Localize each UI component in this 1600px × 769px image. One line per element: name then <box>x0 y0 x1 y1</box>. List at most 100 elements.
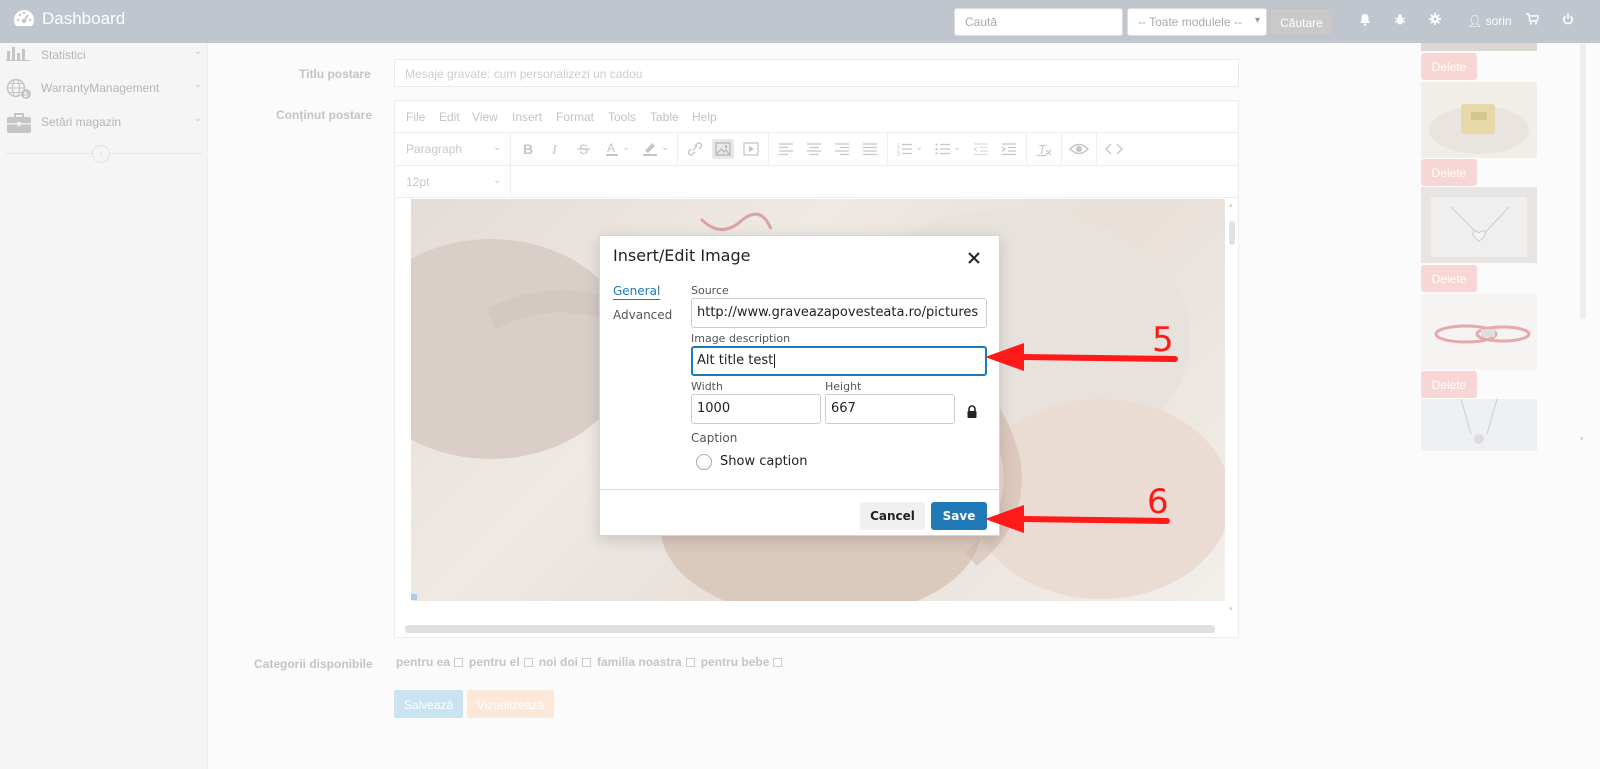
editor-toolbar-primary: Paragraph ⌄ B I S A ⌄ ⌄ 123 ⌄ ⌄ T <box>395 133 1238 166</box>
save-post-button[interactable]: Salvează <box>394 690 463 718</box>
power-icon[interactable] <box>1562 13 1574 28</box>
dashboard-brand[interactable]: Dashboard <box>12 8 125 30</box>
scroll-down-arrow-icon[interactable]: ▾ <box>1229 605 1235 613</box>
align-justify-icon[interactable] <box>859 139 881 159</box>
numbered-list-icon[interactable]: 123 <box>894 139 916 159</box>
menu-table[interactable]: Table <box>650 110 679 124</box>
outdent-icon[interactable] <box>970 139 992 159</box>
image-description-field[interactable]: Alt title test <box>691 346 987 376</box>
height-field[interactable]: 667 <box>825 394 955 424</box>
sidebar: Statistici ⌄ $ WarrantyManagement ⌄ Setă… <box>0 43 208 769</box>
preview-post-button[interactable]: Vizualizează <box>467 690 554 718</box>
align-center-icon[interactable] <box>803 139 825 159</box>
menu-insert[interactable]: Insert <box>512 110 542 124</box>
cart-icon[interactable] <box>1526 13 1540 28</box>
chevron-down-icon[interactable]: ⌄ <box>915 142 923 153</box>
width-field[interactable]: 1000 <box>691 394 821 424</box>
indent-icon[interactable] <box>998 139 1020 159</box>
thumbnail-image <box>1460 399 1498 444</box>
toolbar-separator <box>510 166 511 198</box>
category-checkbox[interactable] <box>523 657 533 667</box>
menu-file[interactable]: File <box>406 110 425 124</box>
categories-label: Categorii disponibile <box>254 657 373 671</box>
strikethrough-icon[interactable]: S <box>573 139 595 159</box>
category-checkbox[interactable] <box>454 657 464 667</box>
chevron-down-icon[interactable]: ⌄ <box>953 142 961 153</box>
menu-help[interactable]: Help <box>692 110 717 124</box>
lock-icon[interactable] <box>966 404 978 418</box>
sidebar-collapse-button[interactable]: ‹ <box>92 145 110 163</box>
gallery-thumbnail[interactable] <box>1421 399 1537 451</box>
menu-view[interactable]: View <box>472 110 498 124</box>
chevron-down-icon: ⌄ <box>193 46 202 57</box>
align-right-icon[interactable] <box>831 139 853 159</box>
editor-vertical-scrollbar[interactable]: ▴ ▾ <box>1227 201 1237 615</box>
user-menu[interactable]: 👤︎ sorin <box>1467 14 1512 28</box>
media-icon[interactable] <box>740 139 762 159</box>
menu-format[interactable]: Format <box>556 110 594 124</box>
source-field[interactable]: http://www.graveazapovesteata.ro/picture… <box>691 298 987 328</box>
svg-text:I: I <box>551 143 558 158</box>
category-checkbox[interactable] <box>582 657 592 667</box>
show-caption-checkbox[interactable] <box>696 454 712 470</box>
delete-image-button[interactable]: Delete <box>1421 159 1477 186</box>
page-vertical-scrollbar[interactable]: ▾ <box>1578 43 1588 443</box>
svg-text:B: B <box>523 141 533 157</box>
close-button[interactable] <box>962 246 986 270</box>
link-icon[interactable] <box>684 139 706 159</box>
scroll-down-arrow-icon[interactable]: ▾ <box>1580 435 1584 443</box>
sidebar-item-label: Setări magazin <box>41 115 122 129</box>
search-button[interactable]: Căutare <box>1270 8 1333 36</box>
source-code-icon[interactable] <box>1103 139 1125 159</box>
scroll-up-arrow-icon[interactable]: ▴ <box>1229 201 1235 209</box>
italic-icon[interactable]: I <box>545 139 567 159</box>
clear-formatting-icon[interactable]: T <box>1033 139 1055 159</box>
sidebar-item-warranty-management[interactable]: $ WarrantyManagement ⌄ <box>6 76 202 100</box>
menu-tools[interactable]: Tools <box>608 110 636 124</box>
sidebar-item-setari-magazin[interactable]: Setări magazin ⌄ <box>6 110 202 134</box>
chevron-down-icon[interactable]: ⌄ <box>661 142 669 153</box>
gallery-thumbnail[interactable] <box>1421 43 1537 51</box>
image-icon[interactable] <box>712 139 734 159</box>
category-checkbox[interactable] <box>685 657 695 667</box>
category-checkbox[interactable] <box>773 657 783 667</box>
title-label: Titlu postare <box>299 67 371 81</box>
gallery-thumbnail[interactable] <box>1421 187 1537 263</box>
bell-icon[interactable] <box>1359 13 1371 29</box>
highlight-icon[interactable] <box>639 139 661 159</box>
sidebar-item-statistici[interactable]: Statistici ⌄ <box>6 43 202 67</box>
toolbar-separator <box>677 133 678 165</box>
module-select[interactable]: -- Toate modulele -- ▾ <box>1127 8 1267 36</box>
content-label: Conținut postare <box>276 108 372 122</box>
title-input[interactable]: Mesaje gravate: cum personalizezi un cad… <box>394 59 1239 87</box>
text-color-icon[interactable]: A <box>601 139 623 159</box>
bullet-list-icon[interactable] <box>932 139 954 159</box>
font-size-select[interactable]: 12pt <box>406 175 429 189</box>
delete-image-button[interactable]: Delete <box>1421 265 1477 292</box>
menu-edit[interactable]: Edit <box>439 110 460 124</box>
delete-image-button[interactable]: Delete <box>1421 53 1477 80</box>
bold-icon[interactable]: B <box>517 139 539 159</box>
preview-eye-icon[interactable] <box>1068 139 1090 159</box>
chevron-down-icon[interactable]: ⌄ <box>622 142 630 153</box>
gallery-thumbnail[interactable] <box>1421 82 1537 158</box>
image-description-value: Alt title test <box>697 353 774 368</box>
scroll-thumb[interactable] <box>1229 221 1235 245</box>
gallery-thumbnail[interactable] <box>1421 294 1537 370</box>
gear-icon[interactable] <box>1429 13 1441 28</box>
bug-icon[interactable] <box>1394 13 1406 29</box>
scroll-thumb[interactable] <box>1580 43 1586 319</box>
block-format-select[interactable]: Paragraph <box>406 142 462 156</box>
align-left-icon[interactable] <box>775 139 797 159</box>
delete-image-button[interactable]: Delete <box>1421 371 1477 398</box>
dialog-title: Insert/Edit Image <box>613 246 751 265</box>
save-button[interactable]: Save <box>931 502 987 530</box>
tab-advanced[interactable]: Advanced <box>613 308 672 322</box>
cancel-button[interactable]: Cancel <box>860 502 925 530</box>
search-input[interactable]: Caută <box>954 8 1123 36</box>
editor-horizontal-scrollbar[interactable] <box>405 625 1215 633</box>
category-label: familia noastra <box>597 655 682 669</box>
image-resize-handle[interactable] <box>411 594 417 600</box>
annotation-number-5: 5 <box>1152 320 1174 360</box>
tab-general[interactable]: General <box>613 284 661 300</box>
